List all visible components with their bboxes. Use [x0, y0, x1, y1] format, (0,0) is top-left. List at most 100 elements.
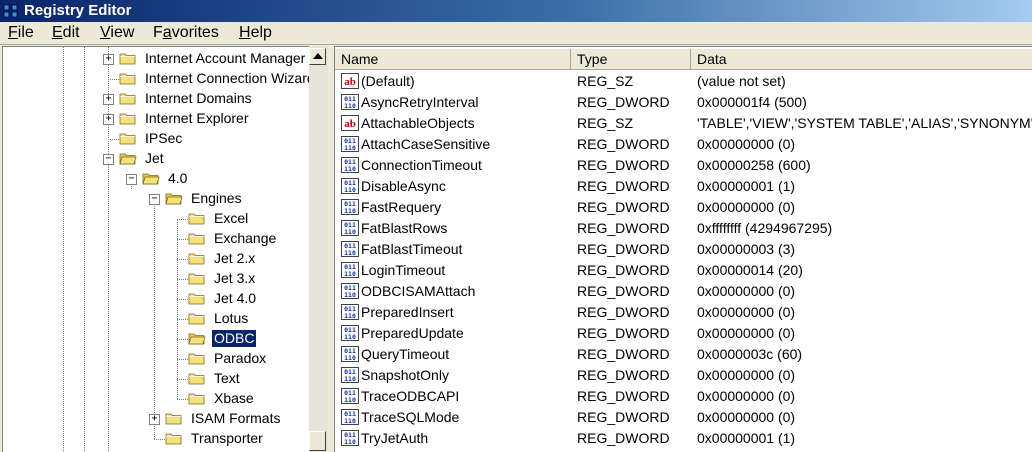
scroll-up-button[interactable] — [309, 48, 326, 65]
value-type: REG_DWORD — [577, 136, 670, 152]
tree-node[interactable]: ODBC — [3, 329, 309, 349]
value-row[interactable]: 011 110 FatBlastTimeout REG_DWORD 0x00000003… — [335, 239, 1032, 260]
tree-node-label: ODBC — [210, 329, 258, 348]
value-name: PreparedUpdate — [361, 325, 464, 341]
svg-text:110: 110 — [344, 438, 356, 446]
value-name: QueryTimeout — [361, 346, 450, 362]
tree-node-label: Jet 3.x — [214, 270, 256, 286]
value-row[interactable]: 011 110 SnapshotOnly REG_DWORD 0x00000000 (0… — [335, 365, 1032, 386]
expand-icon[interactable]: + — [103, 114, 114, 125]
tree-node[interactable]: + Internet Account Manager — [3, 49, 309, 69]
expand-icon[interactable]: + — [103, 54, 114, 65]
value-row[interactable]: 011 110 QueryTimeout REG_DWORD 0x0000003c (6… — [335, 344, 1032, 365]
tree-scrollbar[interactable] — [309, 46, 328, 451]
tree-node[interactable]: + ISAM Formats — [3, 409, 309, 429]
value-data: 0x00000000 (0) — [697, 325, 796, 341]
column-header-data[interactable]: Data — [691, 49, 1032, 70]
pane-splitter[interactable] — [328, 46, 333, 451]
value-row[interactable]: 011 110 TryJetAuth REG_DWORD 0x00000001 (1) — [335, 428, 1032, 449]
column-header-type[interactable]: Type — [571, 49, 691, 70]
value-data: 0x00000000 (0) — [697, 199, 796, 215]
value-data: 0x00000000 (0) — [697, 367, 796, 383]
tree-node[interactable]: Text — [3, 369, 309, 389]
menu-bar: File Edit View Favorites Help — [0, 22, 1032, 45]
tree-node[interactable]: Jet 2.x — [3, 249, 309, 269]
value-row[interactable]: 011 110 LoginTimeout REG_DWORD 0x00000014 (2… — [335, 260, 1032, 281]
expand-icon[interactable]: + — [103, 94, 114, 105]
collapse-icon[interactable]: − — [149, 194, 160, 205]
value-name: TryJetAuth — [361, 430, 429, 446]
tree-node[interactable]: Paradox — [3, 349, 309, 369]
tree-node[interactable]: Jet 3.x — [3, 269, 309, 289]
svg-text:110: 110 — [344, 333, 356, 341]
folder-icon — [119, 113, 136, 125]
scroll-thumb[interactable] — [309, 431, 326, 451]
menu-help[interactable]: Help — [239, 24, 272, 42]
registry-values-list[interactable]: Name Type Data ab (Default) REG_SZ (value n… — [334, 46, 1032, 452]
menu-edit[interactable]: Edit — [52, 24, 80, 42]
tree-node[interactable]: − 4.0 — [3, 169, 309, 189]
tree-node[interactable]: Transporter — [3, 429, 309, 449]
tree-node-label: Jet 2.x — [214, 250, 256, 266]
expand-icon[interactable]: + — [149, 414, 160, 425]
value-row[interactable]: 011 110 AttachCaseSensitive REG_DWORD 0x0000… — [335, 134, 1032, 155]
value-data: 0x00000000 (0) — [697, 388, 796, 404]
value-data: 0x00000000 (0) — [697, 409, 796, 425]
value-row[interactable]: 011 110 DisableAsync REG_DWORD 0x00000001 (1… — [335, 176, 1032, 197]
value-row[interactable]: ab (Default) REG_SZ (value not set) — [335, 71, 1032, 92]
value-row[interactable]: 011 110 FastRequery REG_DWORD 0x00000000 (0) — [335, 197, 1032, 218]
value-row[interactable]: 011 110 ODBCISAMAttach REG_DWORD 0x00000000 … — [335, 281, 1032, 302]
tree-node[interactable]: − Jet — [3, 149, 309, 169]
value-data: 0x00000014 (20) — [697, 262, 803, 278]
folder-icon — [119, 93, 136, 105]
menu-file[interactable]: File — [8, 24, 34, 42]
column-header-name[interactable]: Name — [335, 49, 571, 70]
svg-text:110: 110 — [344, 291, 356, 299]
tree-node[interactable]: + Internet Explorer — [3, 109, 309, 129]
value-row[interactable]: 011 110 TraceODBCAPI REG_DWORD 0x00000000 (0… — [335, 386, 1032, 407]
value-data: 0x00000258 (600) — [697, 157, 811, 173]
collapse-icon[interactable]: − — [103, 154, 114, 165]
tree-node-label: Internet Domains — [145, 90, 252, 106]
registry-editor-icon — [3, 4, 18, 18]
value-data: (value not set) — [697, 73, 786, 89]
binary-value-icon: 011110 — [341, 241, 359, 257]
collapse-icon[interactable]: − — [126, 174, 137, 185]
tree-node[interactable]: Excel — [3, 209, 309, 229]
tree-node[interactable]: Exchange — [3, 229, 309, 249]
tree-node-label: 4.0 — [168, 170, 188, 186]
menu-favorites[interactable]: Favorites — [153, 24, 219, 42]
tree-node[interactable]: IPSec — [3, 129, 309, 149]
title-bar[interactable]: Registry Editor — [0, 0, 1032, 22]
folder-icon — [188, 213, 205, 225]
value-name: SnapshotOnly — [361, 367, 449, 383]
tree-node[interactable]: − Engines — [3, 189, 309, 209]
tree-node[interactable]: Jet 4.0 — [3, 289, 309, 309]
binary-value-icon: 011110 — [341, 409, 359, 425]
menu-view[interactable]: View — [100, 24, 134, 42]
svg-text:ab: ab — [344, 118, 356, 130]
tree-node[interactable]: Xbase — [3, 389, 309, 409]
tree-node[interactable]: Internet Connection Wizard — [3, 69, 309, 89]
value-row[interactable]: 011 110 PreparedUpdate REG_DWORD 0x00000000 … — [335, 323, 1032, 344]
tree-node[interactable]: Lotus — [3, 309, 309, 329]
registry-key-tree[interactable]: + Internet Account Manager Internet Connec… — [2, 46, 309, 452]
value-row[interactable]: 011 110 PreparedInsert REG_DWORD 0x00000000 … — [335, 302, 1032, 323]
value-row[interactable]: 011 110 TraceSQLMode REG_DWORD 0x00000000 (0… — [335, 407, 1032, 428]
value-row[interactable]: 011 110 ConnectionTimeout REG_DWORD 0x000002… — [335, 155, 1032, 176]
value-row[interactable]: 011 110 AsyncRetryInterval REG_DWORD 0x00000… — [335, 92, 1032, 113]
binary-value-icon: 011110 — [341, 94, 359, 110]
binary-value-icon: 011110 — [341, 346, 359, 362]
value-data: 0xffffffff (4294967295) — [697, 220, 833, 236]
svg-text:110: 110 — [344, 396, 356, 404]
binary-value-icon: 011110 — [341, 136, 359, 152]
value-row[interactable]: ab AttachableObjects REG_SZ 'TABLE','VIEW',… — [335, 113, 1032, 134]
value-row[interactable]: 011 110 FatBlastRows REG_DWORD 0xffffffff (4… — [335, 218, 1032, 239]
tree-node-label: Lotus — [214, 310, 249, 326]
value-name: AttachableObjects — [361, 115, 475, 131]
binary-value-icon: 011110 — [341, 325, 359, 341]
value-name: AsyncRetryInterval — [361, 94, 479, 110]
value-name: ConnectionTimeout — [361, 157, 482, 173]
tree-node[interactable]: + Internet Domains — [3, 89, 309, 109]
svg-text:ab: ab — [344, 76, 356, 88]
